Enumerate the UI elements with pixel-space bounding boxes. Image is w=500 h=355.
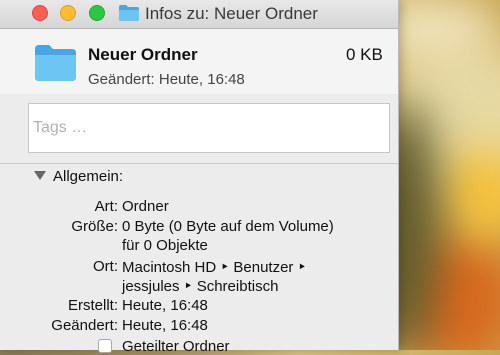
kind-value: Ordner: [122, 198, 169, 215]
general-section-title: Allgemein:: [53, 168, 124, 185]
modified-value: Heute, 16:48: [122, 317, 208, 334]
folder-icon: [35, 45, 76, 81]
created-label: Erstellt:: [67, 297, 118, 314]
window-title: Infos zu: Neuer Ordner: [145, 4, 318, 23]
info-header: Neuer Ordner 0 KB Geändert: Heute, 16:48: [0, 29, 398, 94]
tags-field[interactable]: [28, 103, 390, 153]
created-value: Heute, 16:48: [122, 297, 208, 314]
where-label: Ort:: [93, 258, 118, 275]
size-label: Größe:: [71, 218, 118, 235]
item-name: Neuer Ordner: [88, 45, 198, 64]
size-count-value: für 0 Objekte: [122, 237, 208, 254]
size-value: 0 Byte (0 Byte auf dem Volume): [122, 218, 334, 235]
where-value-continued: jessjules ‣ Schreibtisch: [122, 278, 279, 295]
minimize-button[interactable]: [60, 5, 76, 21]
shared-folder-checkbox[interactable]: [98, 339, 112, 353]
kind-label: Art:: [94, 198, 118, 215]
shared-folder-label[interactable]: Geteilter Ordner: [122, 338, 230, 355]
item-size: 0 KB: [346, 45, 383, 64]
modified-label: Geändert:: [51, 317, 118, 334]
item-modified: Geändert: Heute, 16:48: [88, 71, 245, 88]
close-button[interactable]: [32, 5, 48, 21]
folder-icon: [119, 5, 139, 21]
disclosure-triangle-icon[interactable]: [34, 171, 46, 180]
info-window: Infos zu: Neuer Ordner Neuer Ordner 0 KB…: [0, 0, 399, 355]
where-value: Macintosh HD ‣ Benutzer ‣: [122, 259, 307, 276]
title-bar[interactable]: Infos zu: Neuer Ordner: [0, 0, 398, 29]
divider: [0, 163, 398, 164]
zoom-button[interactable]: [89, 5, 105, 21]
